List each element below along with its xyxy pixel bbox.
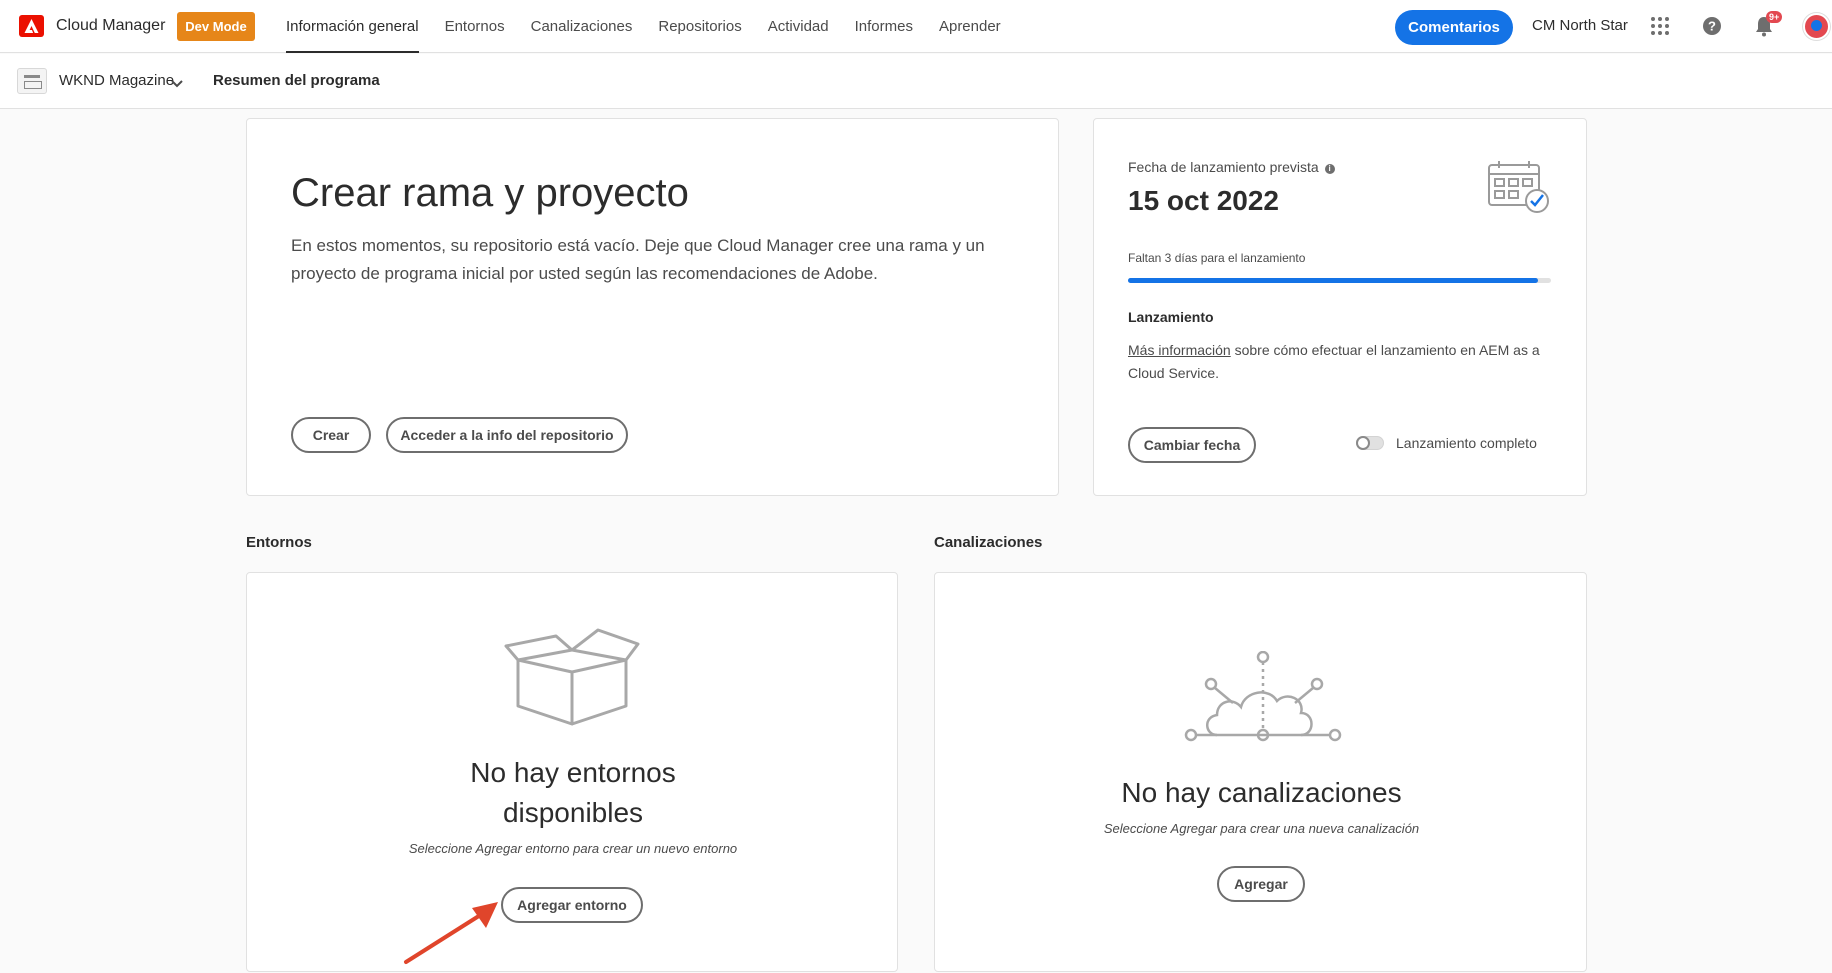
adobe-logo-icon[interactable] xyxy=(19,15,44,37)
repo-info-button[interactable]: Acceder a la info del repositorio xyxy=(386,417,628,453)
pipelines-empty-subtitle: Seleccione Agregar para crear una nueva … xyxy=(1103,821,1420,836)
create-branch-card: Crear rama y proyecto En estos momentos,… xyxy=(246,118,1059,496)
calendar-check-icon xyxy=(1487,159,1553,220)
change-date-button[interactable]: Cambiar fecha xyxy=(1128,427,1256,463)
nav-tab-pipelines[interactable]: Canalizaciones xyxy=(531,0,633,53)
hero-description: En estos momentos, su repositorio está v… xyxy=(291,236,985,283)
info-icon[interactable]: i xyxy=(1324,164,1335,174)
launch-date: 15 oct 2022 xyxy=(1128,185,1279,216)
more-info-link[interactable]: Más información xyxy=(1128,342,1231,358)
svg-text:?: ? xyxy=(1708,19,1716,34)
launch-complete-toggle[interactable] xyxy=(1356,436,1384,450)
launch-info-text: Más información sobre cómo efectuar el l… xyxy=(1128,342,1540,381)
nav-tab-repositories[interactable]: Repositorios xyxy=(658,0,741,53)
dev-mode-badge: Dev Mode xyxy=(177,12,255,41)
pipelines-section-title: Canalizaciones xyxy=(934,534,1043,551)
create-button[interactable]: Crear xyxy=(291,417,371,453)
notification-badge: 9+ xyxy=(1766,11,1783,23)
nav-tab-reports[interactable]: Informes xyxy=(855,0,913,53)
environments-section-title: Entornos xyxy=(246,534,312,551)
org-switcher[interactable]: CM North Star xyxy=(1532,17,1628,34)
hero-title: Crear rama y proyecto xyxy=(291,171,689,215)
add-environment-button[interactable]: Agregar entorno xyxy=(501,887,643,923)
nav-tab-overview[interactable]: Información general xyxy=(286,0,419,53)
add-pipeline-button[interactable]: Agregar xyxy=(1217,866,1305,902)
program-selector[interactable]: WKND Magazine xyxy=(59,72,174,89)
annotation-arrow-icon xyxy=(400,898,506,973)
top-bar: Cloud Manager Dev Mode Información gener… xyxy=(0,0,1832,53)
environments-empty-subtitle: Seleccione Agregar entorno para crear un… xyxy=(408,841,738,856)
launch-complete-label: Lanzamiento completo xyxy=(1396,435,1537,451)
app-title[interactable]: Cloud Manager xyxy=(56,17,165,35)
launch-card: Fecha de lanzamiento prevista i 15 oct 20… xyxy=(1093,118,1587,496)
pipelines-empty-title: No hay canalizaciones xyxy=(1121,777,1402,808)
user-avatar[interactable] xyxy=(1803,13,1830,40)
program-bar: WKND Magazine Resumen del programa xyxy=(0,54,1832,109)
chevron-down-icon[interactable] xyxy=(171,75,183,93)
feedback-button[interactable]: Comentarios xyxy=(1395,10,1513,45)
empty-box-icon xyxy=(504,626,640,735)
launch-heading: Lanzamiento xyxy=(1128,309,1214,325)
launch-progress-fill xyxy=(1128,278,1539,283)
launch-date-label: Fecha de lanzamiento prevista i xyxy=(1128,159,1335,175)
breadcrumb: Resumen del programa xyxy=(213,72,380,89)
help-icon[interactable]: ? xyxy=(1700,14,1724,38)
nav-tab-learn[interactable]: Aprender xyxy=(939,0,1001,53)
nav-tab-activity[interactable]: Actividad xyxy=(768,0,829,53)
environments-empty-title-1: No hay entornos xyxy=(470,757,676,788)
apps-grid-icon[interactable] xyxy=(1648,14,1672,38)
environments-card: No hay entornos disponibles Seleccione A… xyxy=(246,572,898,972)
launch-progress-bar xyxy=(1128,278,1551,283)
pipelines-card: No hay canalizaciones Seleccione Agregar… xyxy=(934,572,1587,972)
cloud-network-icon xyxy=(1183,650,1343,748)
environments-empty-title-2: disponibles xyxy=(502,797,644,828)
main-nav: Información general Entornos Canalizacio… xyxy=(286,0,1027,53)
program-icon xyxy=(17,68,47,94)
nav-tab-environments[interactable]: Entornos xyxy=(445,0,505,53)
days-left-text: Faltan 3 días para el lanzamiento xyxy=(1128,251,1306,265)
